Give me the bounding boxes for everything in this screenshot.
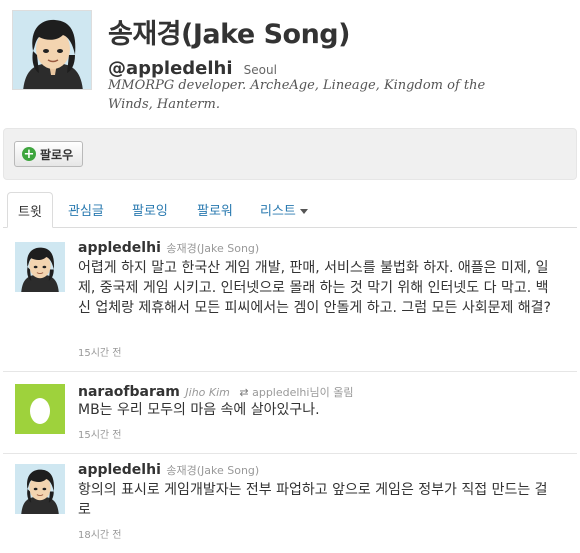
tweet-username[interactable]: naraofbaram bbox=[78, 384, 180, 400]
tweet-timestamp[interactable]: 15시간 전 bbox=[78, 344, 122, 359]
tab-following[interactable]: 팔로잉 bbox=[132, 200, 168, 219]
chevron-down-icon bbox=[299, 209, 308, 214]
profile-location: Seoul bbox=[243, 63, 277, 77]
tweet-fullname: 송재경(Jake Song) bbox=[166, 242, 260, 255]
tweet-header: naraofbaram Jiho Kim ⇄ appledelhi님이 올림 bbox=[78, 384, 353, 400]
tweet-item[interactable]: appledelhi 송재경(Jake Song) 어렵게 하지 말고 한국산 … bbox=[3, 240, 577, 372]
tweet-timestamp[interactable]: 15시간 전 bbox=[78, 426, 122, 441]
tweet-text: 어렵게 하지 말고 한국산 게임 개발, 판매, 서비스를 불법화 하자. 애플… bbox=[78, 260, 551, 316]
tweet-fullname: 송재경(Jake Song) bbox=[166, 464, 260, 477]
tweet-item[interactable]: naraofbaram Jiho Kim ⇄ appledelhi님이 올림 M… bbox=[3, 384, 577, 454]
tab-lists-label: 리스트 bbox=[260, 204, 296, 219]
profile-name: 송재경(Jake Song) bbox=[108, 19, 350, 50]
tab-tweets-label: 트윗 bbox=[18, 205, 42, 220]
tweet-avatar[interactable] bbox=[15, 464, 65, 514]
profile-action-bar: + 팔로우 bbox=[3, 128, 577, 180]
tab-followers[interactable]: 팔로워 bbox=[197, 200, 233, 219]
tweet-avatar[interactable] bbox=[15, 384, 65, 434]
tweet-item[interactable]: appledelhi 송재경(Jake Song) 항의의 표시로 게임개발자는… bbox=[3, 462, 577, 552]
tweet-header: appledelhi 송재경(Jake Song) bbox=[78, 240, 259, 256]
retweet-icon: ⇄ bbox=[239, 386, 249, 399]
tab-followers-label: 팔로워 bbox=[197, 204, 233, 219]
follow-button-label: 팔로우 bbox=[40, 147, 74, 162]
profile-tabs: 트윗 관심글 팔로잉 팔로워 리스트 bbox=[3, 192, 577, 228]
tweet-header: appledelhi 송재경(Jake Song) bbox=[78, 462, 259, 478]
tab-following-label: 팔로잉 bbox=[132, 204, 168, 219]
tab-tweets[interactable]: 트윗 bbox=[7, 192, 53, 228]
tweet-text: 항의의 표시로 게임개발자는 전부 파업하고 앞으로 게임은 정부가 직접 만드… bbox=[78, 482, 548, 518]
tweet-fullname: Jiho Kim bbox=[185, 386, 230, 399]
tweet-timestamp[interactable]: 18시간 전 bbox=[78, 526, 122, 541]
tweet-username[interactable]: appledelhi bbox=[78, 462, 161, 478]
retweet-note: appledelhi님이 올림 bbox=[252, 386, 354, 399]
profile-bio: MMORPG developer. ArcheAge, Lineage, Kin… bbox=[108, 78, 486, 112]
plus-icon: + bbox=[22, 146, 36, 162]
profile-avatar[interactable] bbox=[12, 10, 92, 90]
follow-button[interactable]: + 팔로우 bbox=[14, 141, 84, 167]
tab-favorites-label: 관심글 bbox=[68, 204, 104, 219]
tab-favorites[interactable]: 관심글 bbox=[68, 200, 104, 219]
profile-header: 송재경(Jake Song) @appledelhi Seoul MMORPG … bbox=[12, 10, 568, 120]
tweet-username[interactable]: appledelhi bbox=[78, 240, 161, 256]
tweet-text: MB는 우리 모두의 마음 속에 살아있구나. bbox=[78, 402, 320, 418]
tab-lists[interactable]: 리스트 bbox=[260, 200, 308, 219]
tweet-avatar[interactable] bbox=[15, 242, 65, 292]
